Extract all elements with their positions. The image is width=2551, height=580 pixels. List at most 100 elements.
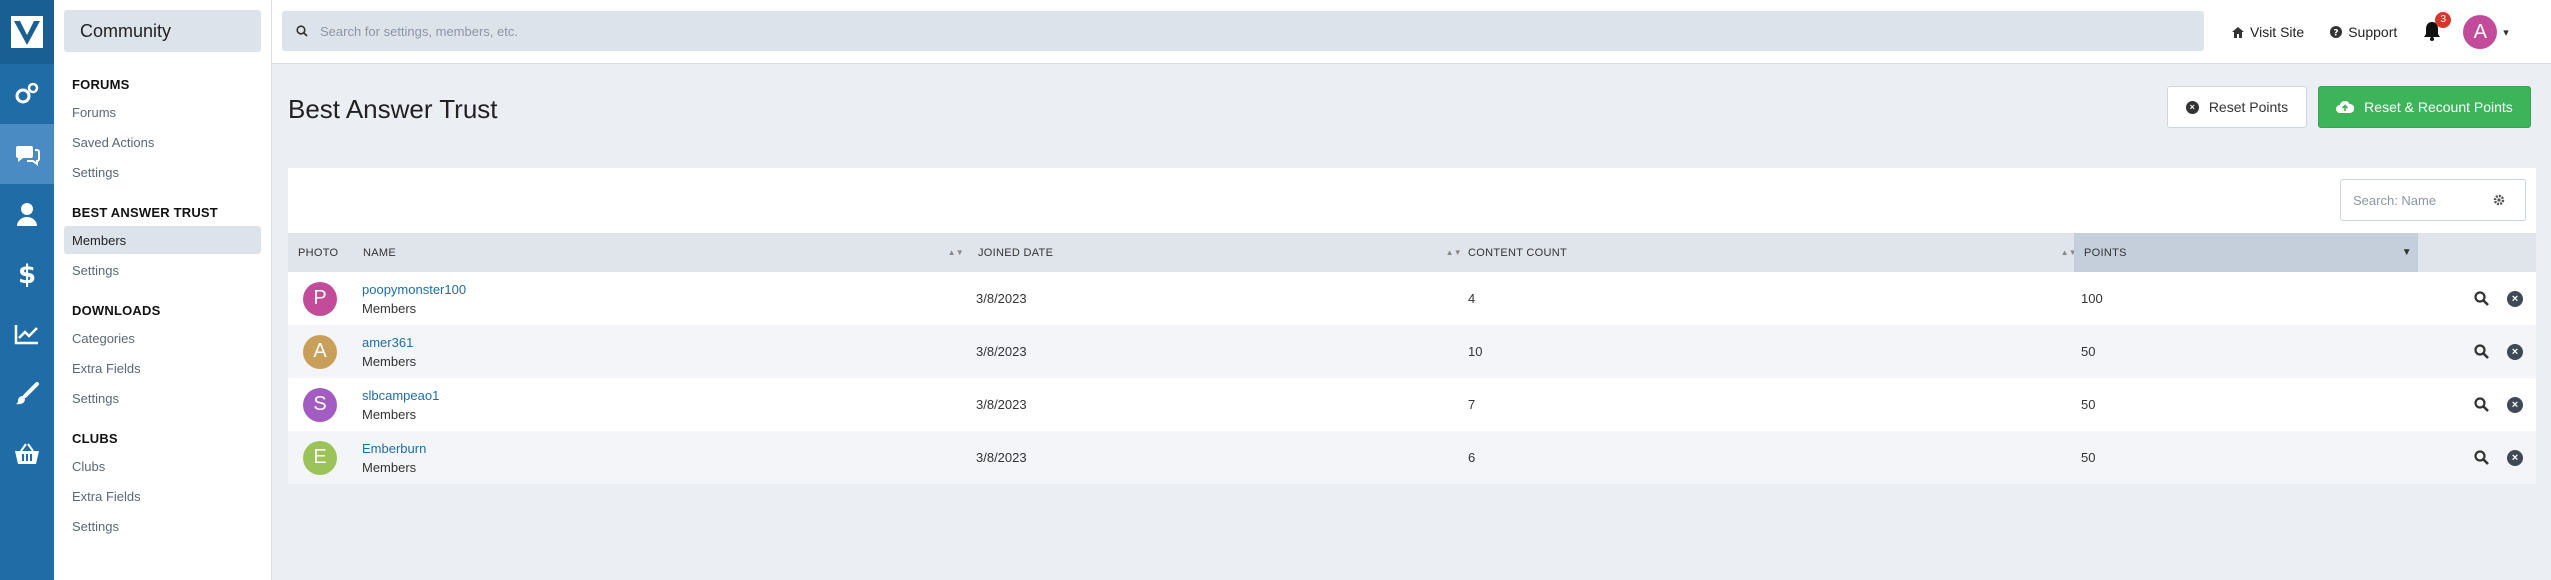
joined-date-cell: 3/8/2023: [976, 450, 1027, 465]
delete-close-icon[interactable]: ×: [2507, 343, 2523, 360]
svg-text:$: $: [18, 260, 36, 288]
search-input[interactable]: [320, 23, 2120, 39]
row-actions: ×: [2474, 325, 2523, 378]
delete-close-icon[interactable]: ×: [2507, 449, 2523, 466]
reset-points-button[interactable]: × Reset Points: [2167, 86, 2307, 128]
visit-site-link[interactable]: Visit Site: [2232, 24, 2304, 40]
points-cell: 50: [2081, 450, 2096, 465]
name-cell: poopymonster100 Members: [362, 272, 466, 325]
commerce-dollar-icon[interactable]: $: [0, 244, 54, 304]
sort-icon: ▲▼: [947, 248, 964, 257]
photo-cell: A: [303, 325, 337, 378]
member-name-link[interactable]: poopymonster100: [362, 282, 466, 297]
view-search-icon[interactable]: [2474, 450, 2489, 465]
system-gears-icon[interactable]: [0, 64, 54, 124]
content-count-cell: 6: [1468, 450, 1476, 465]
reset-recount-points-button[interactable]: Reset & Recount Points: [2318, 86, 2531, 128]
view-search-icon[interactable]: [2474, 344, 2489, 359]
notifications-button[interactable]: 3: [2423, 11, 2452, 44]
content-count-cell: 7: [1468, 397, 1476, 412]
member-name-link[interactable]: slbcampeao1: [362, 388, 439, 403]
name-cell: Emberburn Members: [362, 431, 426, 484]
close-circle-icon: ×: [2185, 100, 2199, 114]
name-cell: amer361 Members: [362, 325, 416, 378]
sidebar-item-bat-settings[interactable]: Settings: [64, 256, 261, 284]
content-count-cell: 4: [1468, 291, 1476, 306]
page-title: Best Answer Trust: [288, 94, 498, 124]
sidebar-item-clubs[interactable]: Clubs: [64, 452, 261, 480]
chevron-down-icon[interactable]: ▾: [2503, 26, 2509, 39]
table-row: E Emberburn Members 3/8/2023 6 50 ×: [288, 431, 2536, 484]
view-search-icon[interactable]: [2474, 397, 2489, 412]
search-icon: [296, 25, 308, 37]
sidebar-heading: CLUBS: [72, 430, 118, 446]
sidebar-item-members[interactable]: Members: [64, 226, 261, 254]
community-chat-icon[interactable]: [0, 124, 54, 184]
members-table-panel: PHOTO NAME▲▼ JOINED DATE▲▼ CONTENT COUNT…: [288, 168, 2536, 484]
delete-close-icon[interactable]: ×: [2507, 290, 2523, 307]
gear-icon[interactable]: [2493, 194, 2505, 206]
row-actions: ×: [2474, 272, 2523, 325]
sidebar-item-forums-settings[interactable]: Settings: [64, 158, 261, 186]
global-search[interactable]: [282, 11, 2204, 51]
joined-date-cell: 3/8/2023: [976, 344, 1027, 359]
member-avatar[interactable]: P: [303, 281, 337, 316]
column-header-photo: PHOTO: [298, 246, 339, 259]
table-row: P poopymonster100 Members 3/8/2023 4 100…: [288, 272, 2536, 325]
sidebar-title[interactable]: Community: [64, 10, 261, 52]
sidebar-item-categories[interactable]: Categories: [64, 324, 261, 352]
stats-chart-icon[interactable]: [0, 304, 54, 364]
member-name-link[interactable]: amer361: [362, 335, 413, 350]
sidebar-item-downloads-settings[interactable]: Settings: [64, 384, 261, 412]
column-header-points[interactable]: POINTS ▼: [2074, 233, 2418, 272]
view-search-icon[interactable]: [2474, 291, 2489, 306]
app-icon-bar: $: [0, 0, 54, 580]
sidebar-item-clubs-settings[interactable]: Settings: [64, 512, 261, 540]
members-user-icon[interactable]: [0, 184, 54, 244]
sidebar-item-forums[interactable]: Forums: [64, 98, 261, 126]
points-cell: 50: [2081, 397, 2096, 412]
sidebar-item-clubs-extra-fields[interactable]: Extra Fields: [64, 482, 261, 510]
svg-text:?: ?: [2334, 29, 2339, 39]
customization-brush-icon[interactable]: [0, 364, 54, 424]
member-avatar[interactable]: A: [303, 334, 337, 369]
top-header: Visit Site ? Support 3 A ▾: [272, 0, 2551, 64]
row-actions: ×: [2474, 431, 2523, 484]
member-avatar[interactable]: S: [303, 387, 337, 422]
table-row: S slbcampeao1 Members 3/8/2023 7 50 ×: [288, 378, 2536, 431]
member-avatar[interactable]: E: [303, 440, 337, 475]
section-sidebar: Community FORUMS Forums Saved Actions Se…: [54, 0, 272, 580]
sidebar-section-downloads: DOWNLOADS Categories Extra Fields Settin…: [54, 298, 271, 412]
member-group: Members: [362, 406, 417, 422]
table-search[interactable]: [2340, 179, 2526, 221]
photo-cell: E: [303, 431, 337, 484]
photo-cell: S: [303, 378, 337, 431]
sidebar-heading: DOWNLOADS: [72, 302, 161, 318]
sidebar-section-forums: FORUMS Forums Saved Actions Settings: [54, 72, 271, 186]
user-avatar[interactable]: A: [2463, 15, 2498, 49]
reset-recount-label: Reset & Recount Points: [2364, 99, 2513, 115]
notification-count-badge: 3: [2435, 11, 2452, 28]
sidebar-item-downloads-extra-fields[interactable]: Extra Fields: [64, 354, 261, 382]
delete-close-icon[interactable]: ×: [2507, 396, 2523, 413]
support-label: Support: [2348, 24, 2398, 40]
sidebar-heading: BEST ANSWER TRUST: [72, 204, 218, 220]
visit-site-label: Visit Site: [2250, 24, 2305, 40]
home-icon: [2232, 26, 2244, 38]
member-group: Members: [362, 300, 417, 316]
column-header-content-count[interactable]: CONTENT COUNT ▲▼: [1468, 233, 2083, 272]
points-cell: 100: [2081, 291, 2103, 306]
column-header-joined-date[interactable]: JOINED DATE ▲▼: [978, 233, 1468, 272]
sidebar-section-clubs: CLUBS Clubs Extra Fields Settings: [54, 426, 271, 540]
support-link[interactable]: ? Support: [2330, 24, 2397, 40]
cloud-upload-icon: [2336, 100, 2355, 113]
header-links: Visit Site ? Support 3 A ▾: [2232, 0, 2509, 64]
logo-icon[interactable]: [0, 0, 54, 64]
member-name-link[interactable]: Emberburn: [362, 441, 426, 456]
sidebar-item-saved-actions[interactable]: Saved Actions: [64, 128, 261, 156]
table-search-input[interactable]: [2353, 192, 2493, 208]
content-count-cell: 10: [1468, 344, 1483, 359]
marketplace-basket-icon[interactable]: [0, 424, 54, 484]
column-header-name[interactable]: NAME ▲▼: [363, 233, 970, 272]
table-row: A amer361 Members 3/8/2023 10 50 ×: [288, 325, 2536, 378]
